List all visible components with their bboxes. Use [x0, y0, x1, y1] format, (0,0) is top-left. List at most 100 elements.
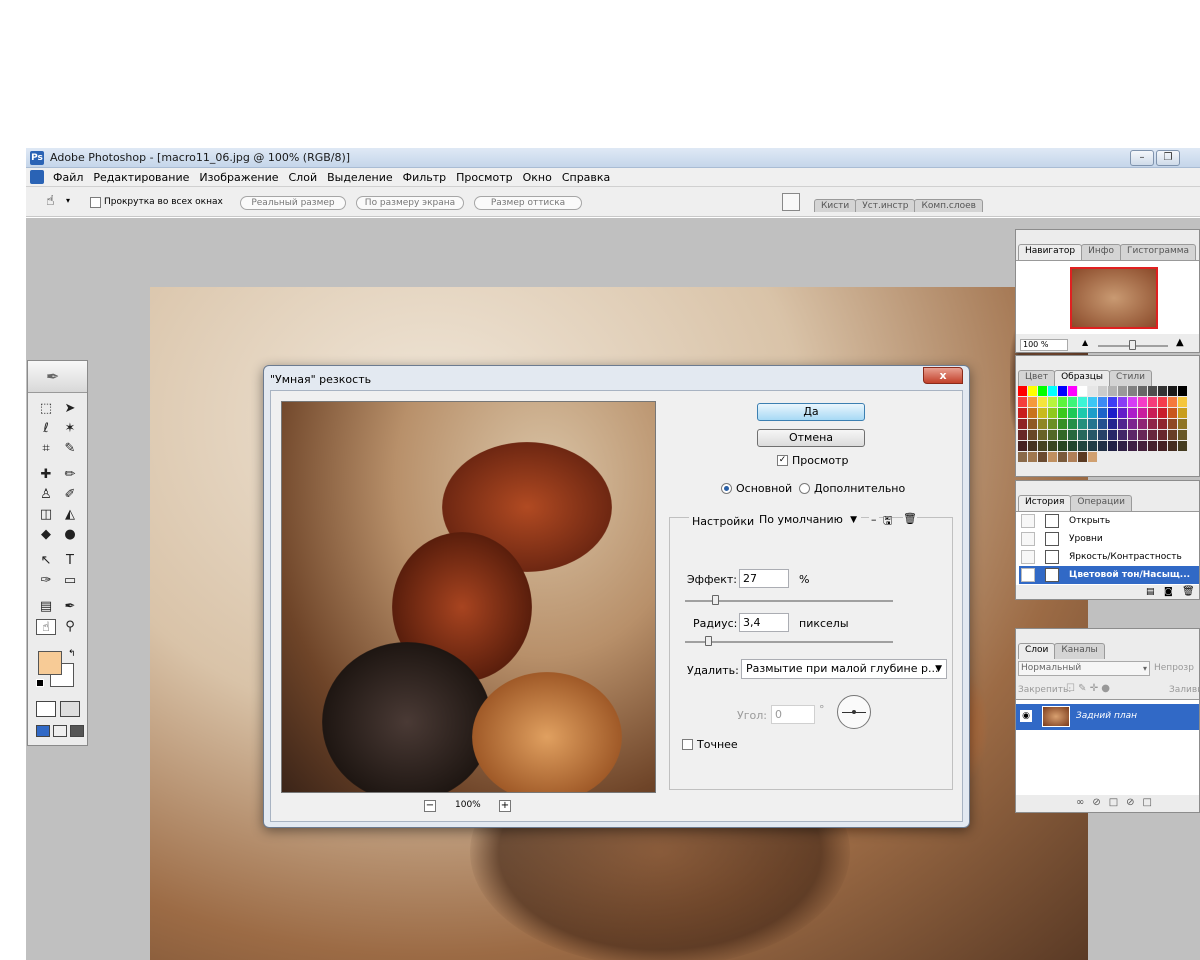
- swatch[interactable]: [1178, 430, 1188, 441]
- swatch[interactable]: [1178, 408, 1188, 419]
- swatch[interactable]: [1038, 386, 1048, 397]
- eraser-tool-icon[interactable]: ◫: [36, 507, 56, 523]
- swatch[interactable]: [1178, 397, 1188, 408]
- swatch[interactable]: [1138, 408, 1148, 419]
- swatch[interactable]: [1028, 419, 1038, 430]
- swatch[interactable]: [1088, 386, 1098, 397]
- swatch[interactable]: [1038, 430, 1048, 441]
- menu-filter[interactable]: Фильтр: [398, 171, 452, 184]
- swatch[interactable]: [1048, 430, 1058, 441]
- swatch[interactable]: [1088, 430, 1098, 441]
- swatch[interactable]: [1098, 430, 1108, 441]
- swatch[interactable]: [1168, 419, 1178, 430]
- swatch[interactable]: [1018, 397, 1028, 408]
- foreground-color-swatch[interactable]: [38, 651, 62, 675]
- swatch[interactable]: [1148, 419, 1158, 430]
- remove-select[interactable]: Размытие при малой глубине р... ▼: [741, 659, 947, 679]
- swatch[interactable]: [1128, 419, 1138, 430]
- swatch[interactable]: [1038, 441, 1048, 452]
- zoom-in-icon[interactable]: ▲: [1176, 337, 1184, 348]
- swatch[interactable]: [1068, 397, 1078, 408]
- swatch[interactable]: [1148, 397, 1158, 408]
- swatch[interactable]: [1068, 386, 1078, 397]
- swatch[interactable]: [1068, 452, 1078, 463]
- clone-stamp-icon[interactable]: ♙: [36, 487, 56, 503]
- swatch[interactable]: [1048, 397, 1058, 408]
- swatch[interactable]: [1158, 386, 1168, 397]
- swatch[interactable]: [1098, 419, 1108, 430]
- swatch[interactable]: [1058, 452, 1068, 463]
- new-snapshot-icon[interactable]: ◙: [1164, 587, 1173, 597]
- hand-tool-selected-icon[interactable]: ☝: [36, 619, 56, 635]
- swatch[interactable]: [1058, 386, 1068, 397]
- layers-footer-icons[interactable]: ∞⊘□⊘□: [1076, 797, 1160, 808]
- screen-mode-full-menu-icon[interactable]: [53, 725, 67, 737]
- effect-input[interactable]: 27: [739, 569, 789, 588]
- tab-tool-presets[interactable]: Уст.инстр: [855, 199, 916, 212]
- lasso-tool-icon[interactable]: ℓ: [36, 421, 56, 437]
- swatch[interactable]: [1108, 430, 1118, 441]
- swatch[interactable]: [1058, 430, 1068, 441]
- zoom-in-button[interactable]: +: [499, 800, 511, 812]
- swatch[interactable]: [1118, 419, 1128, 430]
- ok-button[interactable]: Да: [757, 403, 865, 421]
- tab-color[interactable]: Цвет: [1018, 370, 1056, 386]
- radius-slider[interactable]: [685, 641, 893, 643]
- swatch[interactable]: [1148, 408, 1158, 419]
- mode-advanced-radio[interactable]: [799, 483, 810, 494]
- settings-select[interactable]: По умолчанию ▼: [755, 511, 861, 531]
- path-selection-icon[interactable]: ↖: [36, 553, 56, 569]
- scroll-all-windows-checkbox[interactable]: [90, 197, 101, 208]
- swatch[interactable]: [1178, 386, 1188, 397]
- tab-swatches[interactable]: Образцы: [1054, 370, 1110, 386]
- swatch[interactable]: [1028, 408, 1038, 419]
- swatch[interactable]: [1088, 441, 1098, 452]
- zoom-out-button[interactable]: −: [424, 800, 436, 812]
- swatch[interactable]: [1038, 419, 1048, 430]
- swatch[interactable]: [1078, 386, 1088, 397]
- blur-tool-icon[interactable]: ◆: [36, 527, 56, 543]
- print-size-button[interactable]: Размер оттиска: [474, 196, 582, 210]
- save-settings-icon[interactable]: –: [869, 513, 879, 526]
- restore-button[interactable]: ❐: [1156, 150, 1180, 166]
- swatch[interactable]: [1168, 430, 1178, 441]
- tab-brushes[interactable]: Кисти: [814, 199, 857, 212]
- swatch[interactable]: [1158, 441, 1168, 452]
- swatch[interactable]: [1178, 441, 1188, 452]
- swatch[interactable]: [1108, 397, 1118, 408]
- menu-image[interactable]: Изображение: [194, 171, 283, 184]
- swatch[interactable]: [1018, 430, 1028, 441]
- swatch[interactable]: [1018, 408, 1028, 419]
- hand-tool-icon[interactable]: ☝: [46, 193, 55, 209]
- swatch[interactable]: [1128, 408, 1138, 419]
- swatch[interactable]: [1028, 397, 1038, 408]
- swatch[interactable]: [1118, 408, 1128, 419]
- swatch[interactable]: [1028, 430, 1038, 441]
- swatch[interactable]: [1138, 397, 1148, 408]
- dodge-tool-icon[interactable]: ●: [60, 527, 80, 543]
- marquee-tool-icon[interactable]: ⬚: [36, 401, 56, 417]
- fit-screen-button[interactable]: По размеру экрана: [356, 196, 464, 210]
- swatch[interactable]: [1068, 441, 1078, 452]
- swatch[interactable]: [1058, 397, 1068, 408]
- tool-preset-dropdown-icon[interactable]: ▾: [66, 196, 70, 205]
- tab-history[interactable]: История: [1018, 495, 1072, 511]
- radius-slider-thumb[interactable]: [705, 636, 712, 646]
- actual-size-button[interactable]: Реальный размер: [240, 196, 346, 210]
- swatch[interactable]: [1128, 397, 1138, 408]
- swatch[interactable]: [1148, 430, 1158, 441]
- swatch[interactable]: [1108, 419, 1118, 430]
- swatch[interactable]: [1158, 419, 1168, 430]
- shape-tool-icon[interactable]: ▭: [60, 573, 80, 589]
- swatch[interactable]: [1048, 408, 1058, 419]
- swatch[interactable]: [1128, 441, 1138, 452]
- palette-well-icon[interactable]: [782, 193, 800, 211]
- swatch[interactable]: [1078, 408, 1088, 419]
- angle-dial[interactable]: [837, 695, 871, 729]
- magic-wand-icon[interactable]: ✶: [60, 421, 80, 437]
- swatch[interactable]: [1098, 386, 1108, 397]
- tab-channels[interactable]: Каналы: [1054, 643, 1105, 659]
- menu-select[interactable]: Выделение: [322, 171, 398, 184]
- swatch[interactable]: [1078, 441, 1088, 452]
- navigator-thumbnail[interactable]: [1070, 267, 1158, 329]
